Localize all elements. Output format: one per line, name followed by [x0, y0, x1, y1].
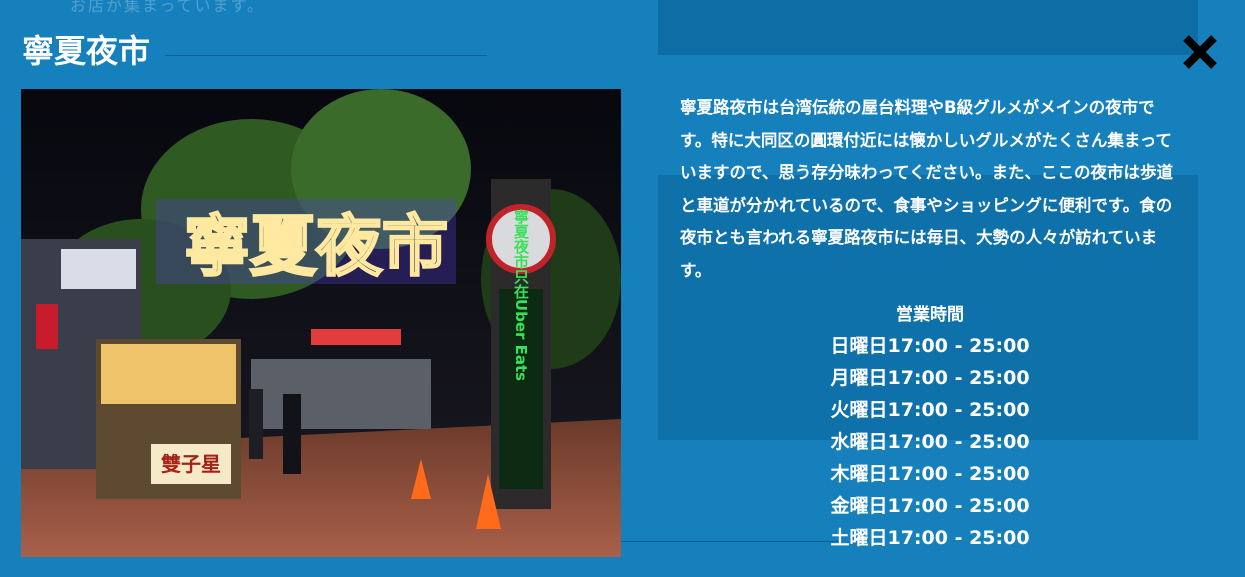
hours-row-monday: 月曜日17:00 - 25:00 [830, 367, 1030, 389]
hours-row-thursday: 木曜日17:00 - 25:00 [830, 463, 1030, 485]
market-sign-text: 寧夏夜市 [184, 208, 448, 285]
background-text: お店が集まっています。 [70, 0, 265, 15]
hours-row-sunday: 日曜日17:00 - 25:00 [830, 335, 1030, 357]
close-button[interactable] [1178, 30, 1222, 74]
hours-list: 日曜日17:00 - 25:00 月曜日17:00 - 25:00 火曜日17:… [770, 330, 1090, 554]
hours-row-wednesday: 水曜日17:00 - 25:00 [830, 431, 1030, 453]
stall-sign-text: 雙子星 [161, 452, 221, 476]
night-market-photo: 雙子星 寧夏夜市只在Uber Eats 寧夏夜市 [21, 89, 621, 557]
business-hours: 営業時間 日曜日17:00 - 25:00 月曜日17:00 - 25:00 火… [770, 300, 1090, 554]
divider [165, 55, 487, 56]
market-description: 寧夏路夜市は台湾伝統の屋台料理やB級グルメがメインの夜市です。特に大同区の圓環付… [680, 98, 1174, 280]
hours-title: 営業時間 [896, 305, 964, 325]
hours-row-friday: 金曜日17:00 - 25:00 [830, 495, 1030, 517]
hours-row-tuesday: 火曜日17:00 - 25:00 [830, 399, 1030, 421]
modal-title: 寧夏夜市 [22, 32, 151, 70]
background-panel [658, 0, 1198, 55]
pillar-sign-text: 寧夏夜市只在Uber Eats [512, 208, 530, 381]
close-x-icon [1183, 35, 1217, 69]
hours-row-saturday: 土曜日17:00 - 25:00 [830, 527, 1030, 549]
